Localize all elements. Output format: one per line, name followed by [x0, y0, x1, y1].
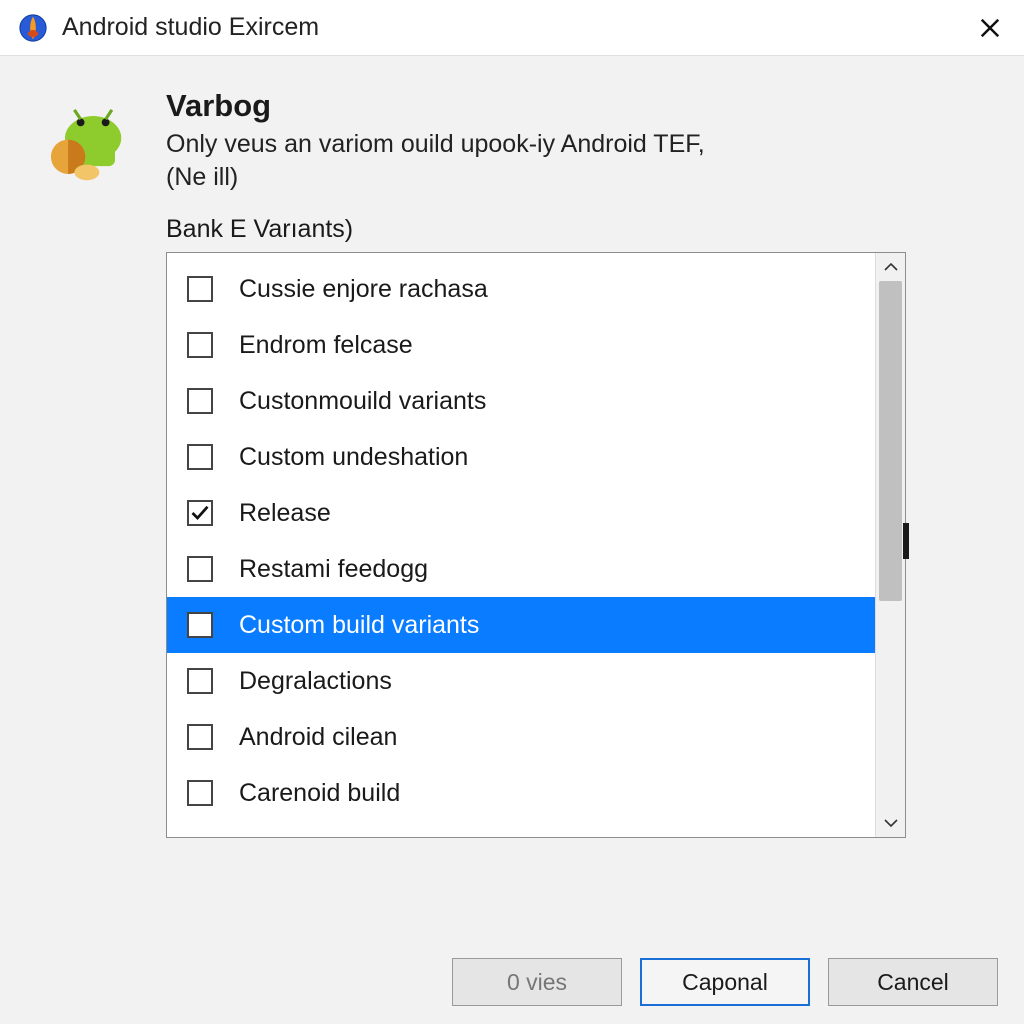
header-row: Varbog Only veus an variom ouild upook-i… [40, 88, 984, 193]
titlebar: Android studio Exircem [0, 0, 1024, 56]
list-label: Bank E Varıants) [166, 215, 984, 244]
header-text: Varbog Only veus an variom ouild upook-i… [166, 88, 705, 193]
vies-button: 0 vies [452, 958, 622, 1006]
dialog-heading: Varbog [166, 88, 705, 124]
chevron-down-icon [884, 818, 898, 828]
list-item[interactable]: Custonmouild variants [167, 373, 875, 429]
primary-button[interactable]: Caponal [640, 958, 810, 1006]
list-item[interactable]: Custom undeshation [167, 429, 875, 485]
scroll-marker [903, 523, 909, 559]
checkbox[interactable] [187, 780, 213, 806]
checkbox[interactable] [187, 444, 213, 470]
window-title: Android studio Exircem [62, 13, 970, 42]
list-item-label: Custom build variants [239, 611, 479, 640]
chevron-up-icon [884, 262, 898, 272]
checkbox[interactable] [187, 556, 213, 582]
app-icon [18, 13, 48, 43]
dialog-body: Varbog Only veus an variom ouild upook-i… [0, 56, 1024, 838]
list-item[interactable]: Custom build variants [167, 597, 875, 653]
checkbox[interactable] [187, 276, 213, 302]
android-icon [40, 88, 140, 188]
variant-listbox: Cussie enjore rachasa Endrom felcase Custo… [166, 252, 906, 838]
checkbox[interactable] [187, 668, 213, 694]
checkbox[interactable] [187, 612, 213, 638]
list-item-label: Degralactions [239, 667, 392, 696]
list-item[interactable]: Carenoid build [167, 765, 875, 821]
list-item-label: Restami feedogg [239, 555, 428, 584]
scrollbar[interactable] [875, 253, 905, 837]
list-item-label: Custom undeshation [239, 443, 468, 472]
list-item[interactable]: Degralactions [167, 653, 875, 709]
list-item-label: Release [239, 499, 331, 528]
scroll-down-button[interactable] [876, 809, 905, 837]
checkbox[interactable] [187, 500, 213, 526]
list-item-label: Custonmouild variants [239, 387, 486, 416]
checkbox[interactable] [187, 388, 213, 414]
list-item[interactable]: Cussie enjore rachasa [167, 261, 875, 317]
list-item-label: Endrom felcase [239, 331, 413, 360]
button-row: 0 vies Caponal Cancel [452, 958, 998, 1006]
scroll-thumb[interactable] [879, 281, 902, 601]
list-item[interactable]: Restami feedogg [167, 541, 875, 597]
list-item-label: Android cilean [239, 723, 397, 752]
variant-list[interactable]: Cussie enjore rachasa Endrom felcase Custo… [167, 253, 875, 837]
list-item[interactable]: Android cilean [167, 709, 875, 765]
dialog-description: Only veus an variom ouild upook-iy Andro… [166, 128, 705, 193]
checkbox[interactable] [187, 724, 213, 750]
scroll-up-button[interactable] [876, 253, 905, 281]
cancel-button[interactable]: Cancel [828, 958, 998, 1006]
list-item-label: Cussie enjore rachasa [239, 275, 488, 304]
list-item[interactable]: Endrom felcase [167, 317, 875, 373]
close-button[interactable] [970, 8, 1010, 48]
check-icon [190, 503, 210, 523]
close-icon [979, 17, 1001, 39]
checkbox[interactable] [187, 332, 213, 358]
list-item-label: Carenoid build [239, 779, 400, 808]
list-item[interactable]: Release [167, 485, 875, 541]
